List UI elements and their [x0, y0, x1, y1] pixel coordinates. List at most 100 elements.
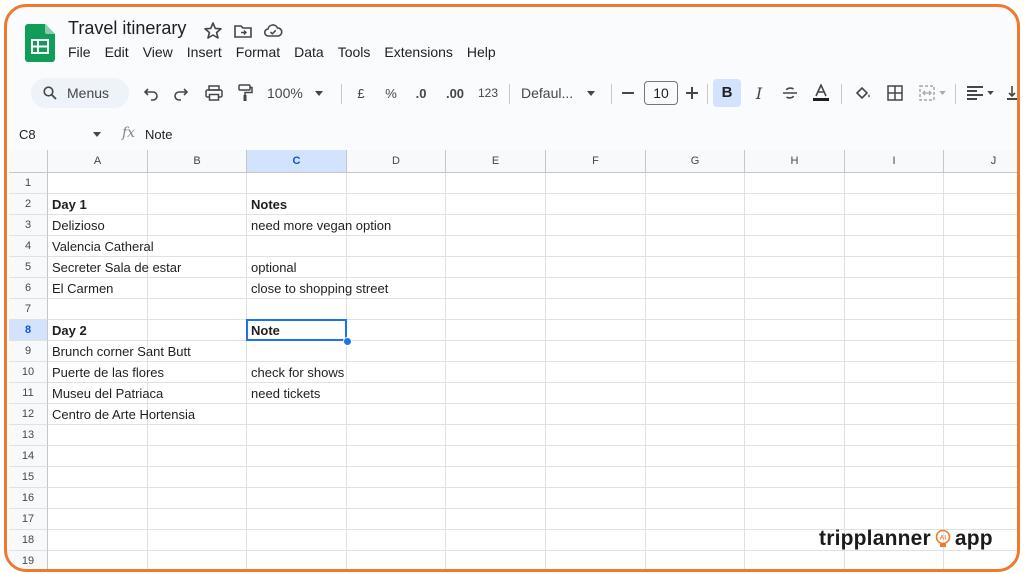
column-header-b[interactable]: B — [148, 150, 247, 173]
row-header-2[interactable]: 2 — [9, 194, 48, 215]
grid-row-line — [48, 361, 1017, 362]
cell-a9[interactable]: Brunch corner Sant Butt — [52, 341, 191, 362]
formula-bar: C8 fx Note — [7, 120, 1017, 150]
row-header-9[interactable]: 9 — [9, 341, 48, 362]
column-header-g[interactable]: G — [646, 150, 745, 173]
menu-data[interactable]: Data — [294, 44, 324, 60]
text-color-button[interactable] — [809, 79, 833, 107]
cell-c10[interactable]: check for shows — [251, 362, 344, 383]
cell-a2[interactable]: Day 1 — [52, 194, 87, 215]
undo-icon — [143, 88, 158, 101]
row-header-10[interactable]: 10 — [9, 362, 48, 383]
grid-row-line — [48, 340, 1017, 341]
row-header-13[interactable]: 13 — [9, 425, 48, 446]
column-header-a[interactable]: A — [48, 150, 148, 173]
bold-button[interactable]: B — [713, 79, 741, 107]
cell-c6[interactable]: close to shopping street — [251, 278, 388, 299]
redo-button[interactable] — [169, 79, 193, 107]
minus-icon — [622, 92, 634, 94]
row-header-7[interactable]: 7 — [9, 299, 48, 320]
menu-file[interactable]: File — [68, 44, 91, 60]
toolbar-separator — [611, 84, 612, 104]
grid-column-line — [445, 173, 446, 569]
undo-button[interactable] — [139, 79, 163, 107]
row-header-19[interactable]: 19 — [9, 551, 48, 569]
menu-format[interactable]: Format — [236, 44, 280, 60]
grid-row-line — [48, 214, 1017, 215]
fill-handle[interactable] — [343, 337, 352, 346]
decrease-font-size-button[interactable] — [619, 79, 637, 107]
column-header-d[interactable]: D — [347, 150, 446, 173]
name-box[interactable]: C8 — [19, 127, 36, 142]
row-header-14[interactable]: 14 — [9, 446, 48, 467]
cell-a5[interactable]: Secreter Sala de estar — [52, 257, 181, 278]
row-header-16[interactable]: 16 — [9, 488, 48, 509]
grid-row-line — [48, 487, 1017, 488]
spreadsheet-grid[interactable]: A B C D E F G H I J 1 2 3 4 5 6 7 8 9 10 11 12 13 14 15 16 17 18 19 D… — [9, 150, 1017, 569]
menu-tools[interactable]: Tools — [338, 44, 371, 60]
percent-format-button[interactable]: % — [381, 79, 401, 107]
chevron-down-icon[interactable] — [93, 132, 101, 137]
row-header-5[interactable]: 5 — [9, 257, 48, 278]
zoom-select[interactable]: 100% — [267, 79, 331, 107]
search-menus-button[interactable]: Menus — [31, 78, 129, 108]
font-size-input[interactable]: 10 — [644, 81, 678, 105]
column-header-e[interactable]: E — [446, 150, 546, 173]
cell-a6[interactable]: El Carmen — [52, 278, 113, 299]
row-header-1[interactable]: 1 — [9, 173, 48, 194]
cell-a4[interactable]: Valencia Catheral — [52, 236, 154, 257]
select-all-corner[interactable] — [9, 150, 48, 173]
vertical-align-button[interactable] — [1005, 79, 1017, 107]
horizontal-align-button[interactable] — [963, 79, 997, 107]
menu-view[interactable]: View — [143, 44, 173, 60]
cell-a8[interactable]: Day 2 — [52, 320, 87, 341]
cell-a10[interactable]: Puerte de las flores — [52, 362, 164, 383]
cell-a3[interactable]: Delizioso — [52, 215, 105, 236]
increase-font-size-button[interactable] — [683, 79, 701, 107]
row-header-18[interactable]: 18 — [9, 530, 48, 551]
cell-a11[interactable]: Museu del Patriaca — [52, 383, 163, 404]
fill-color-button[interactable] — [851, 79, 875, 107]
row-header-15[interactable]: 15 — [9, 467, 48, 488]
menu-edit[interactable]: Edit — [105, 44, 129, 60]
borders-button[interactable] — [883, 79, 907, 107]
increase-decimal-button[interactable]: .00 — [441, 79, 469, 107]
row-header-4[interactable]: 4 — [9, 236, 48, 257]
row-header-11[interactable]: 11 — [9, 383, 48, 404]
number-format-button[interactable]: 123 — [475, 79, 501, 107]
row-header-3[interactable]: 3 — [9, 215, 48, 236]
column-header-h[interactable]: H — [745, 150, 845, 173]
print-button[interactable] — [201, 79, 227, 107]
row-header-17[interactable]: 17 — [9, 509, 48, 530]
row-header-12[interactable]: 12 — [9, 404, 48, 425]
menu-help[interactable]: Help — [467, 44, 496, 60]
column-header-j[interactable]: J — [944, 150, 1017, 173]
column-header-f[interactable]: F — [546, 150, 646, 173]
formula-input[interactable]: Note — [145, 127, 172, 142]
column-header-i[interactable]: I — [845, 150, 944, 173]
column-header-c[interactable]: C — [247, 150, 347, 173]
italic-button[interactable]: I — [747, 79, 771, 107]
font-family-select[interactable]: Defaul... — [521, 79, 603, 107]
paint-format-button[interactable] — [233, 79, 257, 107]
cell-c11[interactable]: need tickets — [251, 383, 320, 404]
document-title[interactable]: Travel itinerary — [68, 18, 186, 39]
cell-a12[interactable]: Centro de Arte Hortensia — [52, 404, 195, 425]
cloud-saved-icon[interactable] — [263, 21, 283, 41]
move-to-folder-icon[interactable] — [233, 21, 253, 41]
row-header-8[interactable]: 8 — [9, 320, 48, 341]
active-cell-outline — [246, 319, 347, 341]
google-sheets-logo-icon[interactable] — [25, 24, 55, 62]
currency-format-button[interactable]: £ — [351, 79, 371, 107]
merge-cells-button[interactable] — [915, 79, 949, 107]
row-header-6[interactable]: 6 — [9, 278, 48, 299]
app-window: Travel itinerary File Edit View Insert F… — [4, 4, 1020, 572]
menu-extensions[interactable]: Extensions — [384, 44, 452, 60]
cell-c3[interactable]: need more vegan option — [251, 215, 391, 236]
menu-insert[interactable]: Insert — [187, 44, 222, 60]
cell-c2[interactable]: Notes — [251, 194, 287, 215]
cell-c5[interactable]: optional — [251, 257, 297, 278]
decrease-decimal-button[interactable]: .0 — [409, 79, 433, 107]
strikethrough-button[interactable] — [777, 79, 803, 107]
star-icon[interactable] — [203, 21, 223, 41]
